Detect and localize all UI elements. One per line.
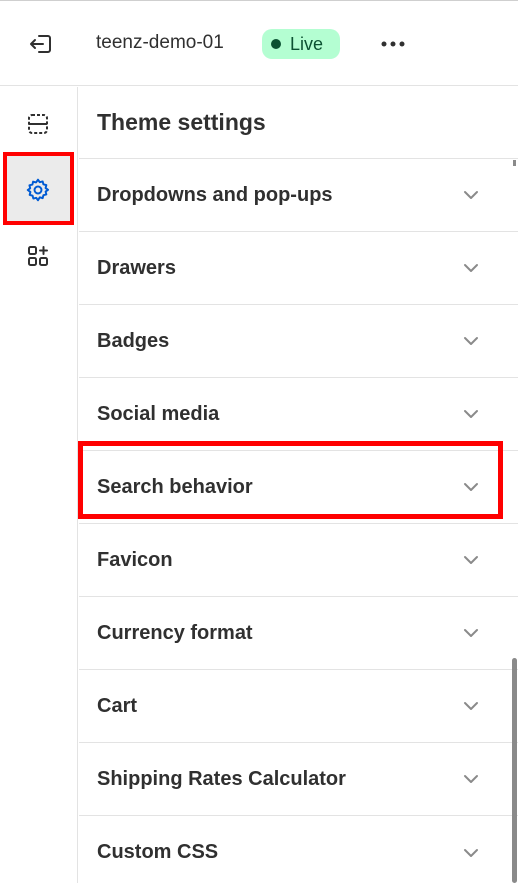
exit-button[interactable] xyxy=(26,30,56,58)
accordion-item-label: Shipping Rates Calculator xyxy=(97,767,346,790)
chevron-down-icon xyxy=(461,477,481,497)
exit-icon xyxy=(30,35,51,53)
apps-add-icon xyxy=(28,246,48,266)
chevron-down-icon xyxy=(461,623,481,643)
chevron-down-icon xyxy=(461,185,481,205)
accordion-item-custom-css[interactable]: Custom CSS xyxy=(79,816,518,883)
status-dot xyxy=(271,39,281,49)
accordion-item-label: Search behavior xyxy=(97,475,253,498)
chevron-down-icon xyxy=(461,696,481,716)
sections-icon xyxy=(28,114,48,134)
scrollbar-top-marker xyxy=(513,160,516,166)
accordion-item-label: Dropdowns and pop-ups xyxy=(97,183,333,206)
status-badge-label: Live xyxy=(290,33,324,54)
chevron-down-icon xyxy=(461,769,481,789)
gear-icon xyxy=(26,178,50,202)
chevron-down-icon xyxy=(461,331,481,351)
accordion-item-favicon[interactable]: Favicon xyxy=(79,524,518,597)
chevron-down-icon xyxy=(461,550,481,570)
more-horizontal-icon xyxy=(381,41,405,47)
chevron-down-icon xyxy=(461,843,481,863)
sidebar-item-theme-settings[interactable] xyxy=(4,155,72,225)
sidebar-item-apps[interactable] xyxy=(4,221,72,291)
accordion-item-dropdowns[interactable]: Dropdowns and pop-ups xyxy=(79,159,518,232)
accordion-item-label: Badges xyxy=(97,329,170,352)
sidebar-item-sections[interactable] xyxy=(4,89,72,159)
accordion-item-badges[interactable]: Badges xyxy=(79,305,518,378)
accordion-item-label: Favicon xyxy=(97,548,173,571)
store-name: teenz-demo-01 xyxy=(96,32,224,53)
chevron-down-icon xyxy=(461,404,481,424)
accordion-item-label: Drawers xyxy=(97,256,176,279)
chevron-down-icon xyxy=(461,258,481,278)
accordion-item-drawers[interactable]: Drawers xyxy=(79,232,518,305)
accordion-item-cart[interactable]: Cart xyxy=(79,670,518,743)
scrollbar-thumb[interactable] xyxy=(512,658,517,883)
accordion-item-label: Currency format xyxy=(97,621,253,644)
accordion-item-social-media[interactable]: Social media xyxy=(79,378,518,451)
top-bar: teenz-demo-01 Live xyxy=(0,0,518,86)
accordion-item-label: Cart xyxy=(97,694,138,717)
theme-settings-panel: Theme settings Dropdowns and pop-ups Dra… xyxy=(79,87,518,883)
sidebar xyxy=(0,87,78,883)
panel-title: Theme settings xyxy=(97,109,266,135)
more-actions-button[interactable] xyxy=(378,32,408,56)
accordion-item-label: Custom CSS xyxy=(97,841,219,863)
accordion-item-search-behavior[interactable]: Search behavior xyxy=(79,451,518,524)
accordion-item-label: Social media xyxy=(97,402,220,425)
accordion-item-shipping-rates[interactable]: Shipping Rates Calculator xyxy=(79,743,518,816)
status-badge: Live xyxy=(262,29,340,59)
accordion-item-currency-format[interactable]: Currency format xyxy=(79,597,518,670)
